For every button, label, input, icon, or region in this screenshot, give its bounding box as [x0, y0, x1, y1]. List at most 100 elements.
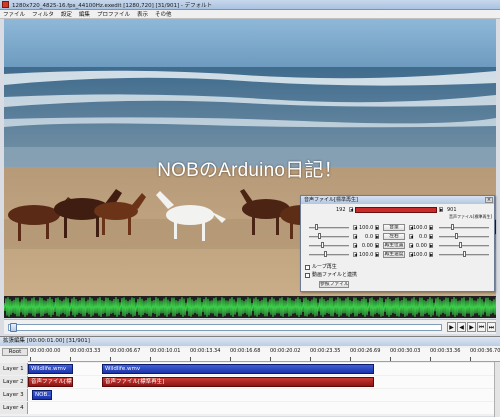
layer-label[interactable]: Layer 4 — [0, 402, 28, 414]
transport-buttons: ▶ ◀ ▶ ⏮ ⏭ — [447, 322, 497, 332]
param-right-slider-knob[interactable] — [463, 251, 466, 257]
param-value: 100.0 — [359, 225, 374, 231]
ruler-tick — [470, 357, 471, 361]
param-value: 0.00 — [361, 243, 373, 249]
param-right-value: 100.0 — [413, 252, 428, 258]
ruler-tick — [30, 357, 31, 361]
prev-frame-icon[interactable]: ◀ — [457, 322, 466, 332]
layer-track[interactable]: NOB... — [28, 389, 500, 401]
timeline-window: 拡張編集 [00:00:01.00] [31/901] Root 00:00:0… — [0, 336, 500, 417]
param-slider-knob[interactable] — [321, 242, 324, 248]
playback-controls: ▶ ◀ ▶ ⏮ ⏭ — [4, 319, 496, 334]
param-decrement[interactable]: ◀ — [353, 234, 357, 239]
layer-label[interactable]: Layer 3 — [0, 389, 28, 401]
ruler-time-label: 00:00:10.01 — [150, 348, 181, 354]
menu-file[interactable]: ファイル — [3, 10, 25, 18]
timeline-title: 拡張編集 [00:00:01.00] [31/901] — [0, 337, 500, 346]
param-slider-knob[interactable] — [318, 233, 321, 239]
audio-dialog-titlebar: 音声ファイル[標準再生] × — [301, 196, 494, 204]
menu-other[interactable]: その他 — [155, 10, 172, 18]
audio-dialog-title: 音声ファイル[標準再生] — [304, 197, 358, 203]
audio-file-dialog: 音声ファイル[標準再生] × 192 ◀ ▶ 901 音声ファイル[標準再生] … — [300, 195, 495, 292]
link-video-checkbox[interactable] — [305, 273, 310, 278]
param-right-increment[interactable]: ▶ — [429, 252, 433, 257]
param-increment[interactable]: ▶ — [375, 252, 379, 257]
menu-view[interactable]: 表示 — [137, 10, 148, 18]
layer-label[interactable]: Layer 1 — [0, 363, 28, 375]
video-clip[interactable]: Wildlife.wmv — [28, 364, 73, 374]
timeline-scrollbar[interactable] — [494, 362, 500, 417]
layer-label[interactable]: Layer 2 — [0, 376, 28, 388]
param-decrement[interactable]: ◀ — [353, 252, 357, 257]
timeline-ruler[interactable]: 00:00:00.00 00:00:03.33 00:00:06.67 00:00:1… — [28, 348, 500, 362]
skip-start-icon[interactable]: ⏮ — [477, 322, 486, 332]
timeline-layer-1: Layer 1 Wildlife.wmv Wildlife.wmv — [0, 363, 500, 375]
audio-clip[interactable]: 音声ファイル[標準再生] — [102, 377, 374, 387]
frame-range-bar[interactable] — [355, 207, 437, 213]
frame-end-stepper[interactable]: ▶ — [439, 207, 443, 212]
param-right-value: 0.00 — [415, 243, 427, 249]
frame-start-stepper[interactable]: ◀ — [349, 207, 353, 212]
param-decrement[interactable]: ◀ — [353, 243, 357, 248]
reference-file-button[interactable]: 参照ファイル — [319, 281, 349, 288]
close-icon[interactable]: × — [485, 197, 493, 203]
param-increment[interactable]: ▶ — [375, 234, 379, 239]
layer-track[interactable] — [28, 402, 500, 414]
param-right-value: 100.0 — [413, 225, 428, 231]
param-right-increment[interactable]: ▶ — [429, 243, 433, 248]
play-icon[interactable]: ▶ — [447, 322, 456, 332]
layer-track[interactable]: 音声ファイル[標準再 音声ファイル[標準再生] — [28, 376, 500, 388]
ruler-tick — [150, 357, 151, 361]
param-slider-knob[interactable] — [324, 251, 327, 257]
param-decrement[interactable]: ◀ — [353, 225, 357, 230]
root-tab[interactable]: Root — [2, 348, 28, 356]
ruler-tick — [310, 357, 311, 361]
param-button[interactable]: 左右 — [383, 233, 405, 240]
ruler-tick — [430, 357, 431, 361]
next-frame-icon[interactable]: ▶ — [467, 322, 476, 332]
menu-profile[interactable]: プロファイル — [97, 10, 130, 18]
param-right-slider[interactable] — [439, 245, 489, 247]
text-clip[interactable]: NOB... — [32, 390, 52, 400]
waveform-path — [4, 297, 496, 317]
waveform-graphic — [4, 297, 496, 317]
param-button[interactable]: 再生速度 — [383, 251, 405, 258]
menu-filter[interactable]: フィルタ — [32, 10, 54, 18]
ruler-time-label: 00:00:26.69 — [350, 348, 381, 354]
menu-settings[interactable]: 設定 — [61, 10, 72, 18]
timeline-layer-3: Layer 3 NOB... — [0, 389, 500, 401]
param-button[interactable]: 再生位置 — [383, 242, 405, 249]
seek-thumb[interactable] — [10, 323, 17, 332]
param-right-slider-knob[interactable] — [459, 242, 462, 248]
link-video-label: 動画ファイルと連携 — [312, 272, 358, 278]
ruler-tick — [230, 357, 231, 361]
param-increment[interactable]: ▶ — [375, 225, 379, 230]
audio-clip[interactable]: 音声ファイル[標準再 — [28, 377, 73, 387]
seek-bar[interactable] — [8, 324, 442, 331]
param-right-increment[interactable]: ▶ — [429, 234, 433, 239]
video-clip[interactable]: Wildlife.wmv — [102, 364, 374, 374]
ruler-tick — [110, 357, 111, 361]
param-slider[interactable] — [309, 254, 349, 256]
right-panel-title: 音声ファイル[標準再生] — [449, 214, 493, 219]
ruler-tick — [70, 357, 71, 361]
param-right-increment[interactable]: ▶ — [429, 225, 433, 230]
param-value: 0.0 — [365, 234, 373, 240]
param-slider[interactable] — [309, 236, 349, 238]
ruler-tick — [390, 357, 391, 361]
param-slider-knob[interactable] — [315, 224, 318, 230]
param-right-slider-knob[interactable] — [451, 224, 454, 230]
menu-edit[interactable]: 編集 — [79, 10, 90, 18]
ruler-time-label: 00:00:36.70 — [470, 348, 500, 354]
param-button[interactable]: 音量 — [383, 224, 405, 231]
main-menubar: ファイル フィルタ 設定 編集 プロファイル 表示 その他 — [0, 10, 500, 19]
skip-end-icon[interactable]: ⏭ — [487, 322, 496, 332]
loop-checkbox[interactable] — [305, 265, 310, 270]
param-right-slider[interactable] — [439, 227, 489, 229]
timeline-layer-4: Layer 4 — [0, 402, 500, 414]
param-slider[interactable] — [309, 245, 349, 247]
layer-track[interactable]: Wildlife.wmv Wildlife.wmv — [28, 363, 500, 375]
param-right-slider-knob[interactable] — [455, 233, 458, 239]
param-increment[interactable]: ▶ — [375, 243, 379, 248]
param-right-slider[interactable] — [439, 236, 489, 238]
